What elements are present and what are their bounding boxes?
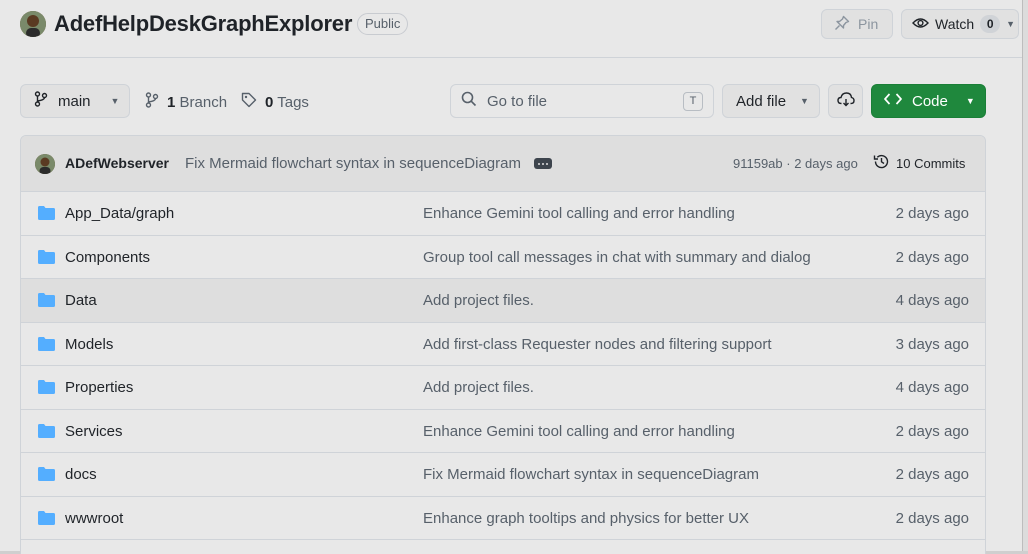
commits-link[interactable]: 10 Commits	[873, 153, 965, 173]
commit-author[interactable]: ADefWebserver	[65, 155, 169, 171]
folder-icon	[38, 293, 55, 312]
chevron-down-icon: ▼	[800, 96, 809, 106]
table-row[interactable]: App_Data/graph Enhance Gemini tool calli…	[21, 192, 985, 236]
add-file-label: Add file	[736, 92, 787, 110]
branch-icon	[34, 91, 48, 111]
table-row[interactable]: Properties Add project files. 4 days ago	[21, 366, 985, 410]
file-date: 2 days ago	[895, 509, 969, 527]
file-name[interactable]: Models	[65, 336, 113, 353]
go-to-file-search[interactable]: Go to file T	[450, 84, 714, 118]
folder-icon	[38, 249, 55, 269]
commit-author-avatar[interactable]	[35, 154, 55, 174]
commit-message[interactable]: Fix Mermaid flowchart syntax in sequence…	[185, 155, 521, 172]
file-date: 4 days ago	[895, 379, 969, 396]
file-commit-message[interactable]: Enhance graph tooltips and physics for b…	[423, 510, 749, 527]
search-shortcut-key: T	[683, 92, 703, 111]
visibility-badge: Public	[357, 13, 409, 35]
folder-icon	[38, 336, 55, 356]
file-table: ADefWebserver Fix Mermaid flowchart synt…	[20, 135, 986, 554]
code-button[interactable]: Code ▼	[871, 84, 986, 118]
search-icon	[461, 91, 477, 111]
branch-selector[interactable]: main ▼	[20, 84, 130, 118]
file-commit-message[interactable]: Add project files.	[423, 292, 534, 309]
pin-icon	[834, 15, 850, 34]
table-row[interactable]: Data Add project files. 4 days ago	[21, 279, 985, 323]
repo-title[interactable]: AdefHelpDeskGraphExplorer	[54, 11, 352, 37]
commits-count-label: 10 Commits	[896, 155, 966, 171]
add-file-button[interactable]: Add file ▼	[722, 84, 820, 118]
file-date: 4 days ago	[895, 292, 969, 309]
file-commit-message[interactable]: Group tool call messages in chat with su…	[423, 249, 811, 266]
file-name[interactable]: docs	[65, 466, 97, 483]
watch-label: Watch	[935, 16, 975, 32]
folder-icon	[38, 423, 55, 443]
eye-icon	[912, 16, 929, 33]
file-commit-message[interactable]: Fix Mermaid flowchart syntax in sequence…	[423, 466, 759, 483]
table-row[interactable]: Components Group tool call messages in c…	[21, 236, 985, 279]
table-row[interactable]: wwwroot Enhance graph tooltips and physi…	[21, 497, 985, 540]
file-name[interactable]: App_Data/graph	[65, 205, 174, 222]
chevron-down-icon: ▼	[965, 96, 975, 106]
file-date: 2 days ago	[895, 205, 969, 222]
table-row[interactable]: Models Add first-class Requester nodes a…	[21, 323, 985, 366]
codespaces-sync-button[interactable]	[828, 84, 863, 118]
file-name[interactable]: Properties	[65, 379, 133, 396]
branch-name: main	[58, 92, 91, 110]
chevron-down-icon: ▼	[110, 96, 120, 106]
commit-details-toggle[interactable]	[534, 158, 552, 169]
file-name[interactable]: wwwroot	[65, 510, 123, 527]
latest-commit-bar: ADefWebserver Fix Mermaid flowchart synt…	[21, 136, 985, 192]
file-commit-message[interactable]: Add first-class Requester nodes and filt…	[423, 336, 772, 353]
folder-icon	[38, 380, 55, 399]
tag-icon	[241, 92, 257, 112]
folder-icon	[38, 467, 55, 486]
tag-count: 0	[265, 93, 274, 111]
table-row[interactable]: docs Fix Mermaid flowchart syntax in seq…	[21, 453, 985, 497]
table-row[interactable]: Services Enhance Gemini tool calling and…	[21, 410, 985, 453]
tag-label: Tags	[277, 93, 309, 111]
search-placeholder: Go to file	[487, 92, 548, 110]
code-icon	[884, 92, 902, 110]
file-commit-message[interactable]: Enhance Gemini tool calling and error ha…	[423, 205, 735, 222]
chevron-down-icon: ▼	[1006, 19, 1016, 29]
watch-button[interactable]: Watch 0 ▼	[901, 9, 1019, 39]
file-date: 2 days ago	[895, 466, 969, 483]
pin-label: Pin	[858, 16, 879, 32]
history-icon	[873, 153, 890, 173]
file-date: 3 days ago	[895, 335, 969, 353]
file-commit-message[interactable]: Enhance Gemini tool calling and error ha…	[423, 423, 735, 440]
file-name[interactable]: Data	[65, 292, 97, 309]
pin-button[interactable]: Pin	[821, 9, 893, 39]
file-date: 2 days ago	[895, 248, 969, 266]
file-name[interactable]: Services	[65, 423, 123, 440]
code-label: Code	[912, 92, 948, 110]
file-name[interactable]: Components	[65, 249, 150, 266]
folder-icon	[38, 206, 55, 225]
branches-link[interactable]: 1 Branch	[145, 92, 227, 112]
window-frame-right	[1022, 0, 1028, 554]
owner-avatar[interactable]	[20, 11, 46, 37]
file-date: 2 days ago	[895, 422, 969, 440]
header-divider	[20, 57, 1022, 58]
commit-hash-time[interactable]: 91159ab · 2 days ago	[733, 156, 858, 171]
file-commit-message[interactable]: Add project files.	[423, 379, 534, 396]
watch-count: 0	[980, 15, 1001, 33]
cloud-sync-icon	[836, 91, 855, 111]
branch-label: Branch	[179, 93, 228, 111]
branch-count: 1	[167, 93, 176, 111]
tags-link[interactable]: 0 Tags	[241, 92, 309, 112]
folder-icon	[38, 510, 55, 530]
branch-icon	[145, 92, 159, 112]
